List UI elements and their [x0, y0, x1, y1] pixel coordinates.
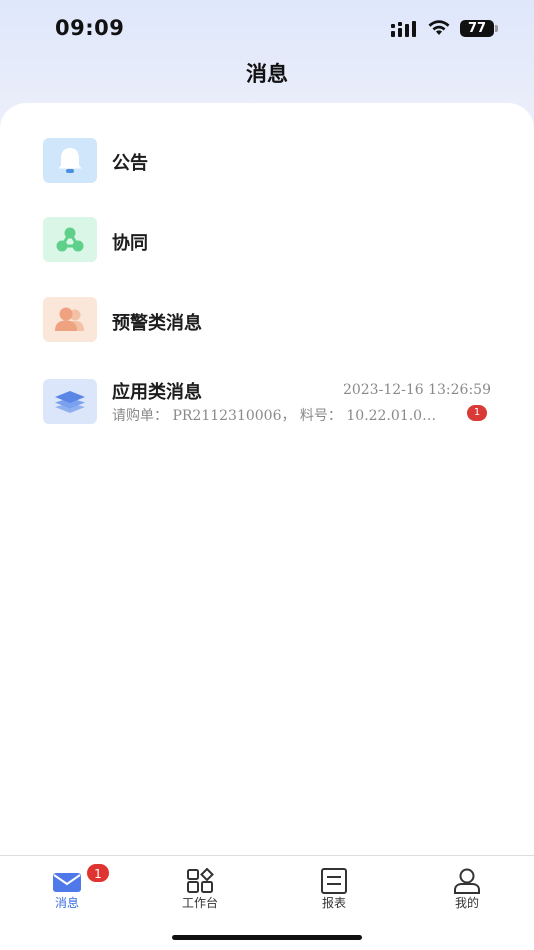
collaboration-icon — [43, 217, 97, 262]
home-indicator — [172, 935, 362, 940]
message-time: 2023-12-16 13:26:59 — [342, 382, 491, 398]
message-list: 公告 协同 预警类消息 应用类消息 2023-12-16 13:26:59 请购… — [0, 103, 534, 863]
message-preview: 请购单： PR2112310006， 料号： 10.22.01.0… — [112, 408, 437, 424]
message-title: 协同 — [112, 233, 148, 254]
tab-label: 报表 — [321, 896, 346, 910]
mail-icon — [53, 873, 81, 892]
signal-icon — [391, 21, 416, 37]
profile-icon — [454, 868, 480, 894]
bell-icon — [43, 138, 97, 183]
tab-label: 我的 — [454, 896, 479, 910]
tab-profile[interactable]: 我的 — [417, 862, 517, 912]
message-item-collaboration[interactable]: 协同 — [0, 217, 534, 287]
battery-indicator: 77 — [460, 20, 494, 37]
tab-reports[interactable]: 报表 — [284, 862, 384, 912]
report-icon — [321, 868, 347, 894]
status-bar: 09:09 77 — [0, 0, 534, 56]
battery-tip — [495, 25, 498, 32]
message-title: 应用类消息 — [112, 382, 202, 403]
tab-workbench[interactable]: 工作台 — [150, 862, 250, 912]
tab-label: 工作台 — [181, 896, 218, 910]
message-title: 公告 — [112, 153, 148, 174]
wifi-icon — [428, 20, 450, 35]
layers-icon — [43, 379, 97, 424]
status-time: 09:09 — [55, 16, 125, 40]
tab-messages[interactable]: 消息 1 — [17, 862, 117, 912]
message-item-announcement[interactable]: 公告 — [0, 137, 534, 207]
unread-badge: 1 — [467, 405, 487, 421]
message-item-application[interactable]: 应用类消息 2023-12-16 13:26:59 请购单： PR2112310… — [0, 379, 534, 449]
grid-icon — [187, 868, 214, 893]
message-title: 预警类消息 — [112, 313, 202, 334]
message-item-warning[interactable]: 预警类消息 — [0, 297, 534, 367]
page-title: 消息 — [246, 62, 288, 86]
tab-label: 消息 — [54, 896, 79, 910]
users-icon — [43, 297, 97, 342]
tab-badge: 1 — [86, 863, 110, 883]
